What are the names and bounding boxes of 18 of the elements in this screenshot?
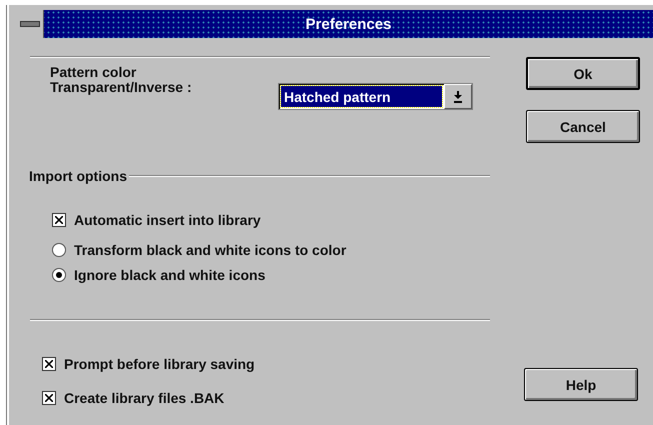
checkbox[interactable] bbox=[42, 357, 56, 371]
radio-button[interactable] bbox=[52, 243, 66, 257]
field-label: Pattern color bbox=[50, 65, 138, 80]
checkbox[interactable] bbox=[42, 391, 56, 405]
group-title: Import options bbox=[29, 168, 127, 184]
window-title: Preferences bbox=[304, 16, 392, 32]
dialog-button[interactable]: Cancel bbox=[526, 110, 640, 143]
help-button[interactable]: Help bbox=[524, 368, 638, 401]
radio-label: Transform black and white icons to color bbox=[74, 242, 346, 258]
dialog-button[interactable]: Ok bbox=[526, 57, 640, 90]
radio-label: Ignore black and white icons bbox=[74, 267, 266, 283]
checkbox-label: Create library files .BAK bbox=[64, 390, 224, 406]
radio-button-selected[interactable] bbox=[52, 268, 66, 282]
pattern-dropdown[interactable]: Hatched pattern bbox=[278, 83, 473, 110]
checkbox[interactable] bbox=[52, 213, 66, 227]
checkbox-label: Prompt before library saving bbox=[64, 356, 255, 372]
checkbox-label: Automatic insert into library bbox=[74, 212, 261, 228]
field-label: Transparent/Inverse : bbox=[50, 80, 193, 95]
